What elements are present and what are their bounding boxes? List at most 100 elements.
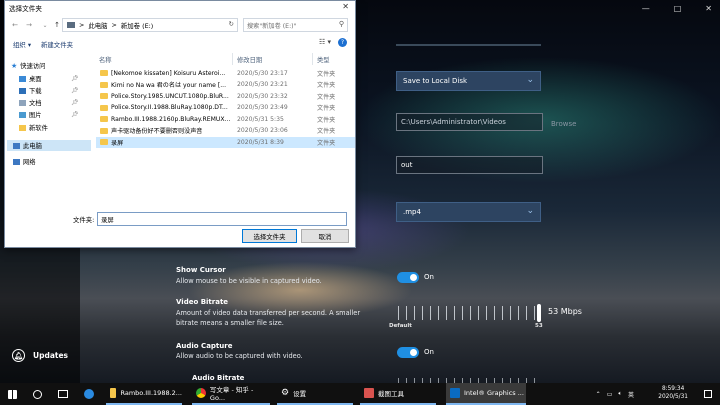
ime-indicator[interactable]: 英 — [628, 390, 634, 399]
edge-button[interactable] — [84, 383, 94, 405]
nav-network[interactable]: 网络 — [13, 157, 36, 166]
pin-icon: 📌︎ — [71, 111, 79, 118]
audio-capture-state: On — [424, 348, 434, 356]
taskbar-app-settings[interactable]: ⚙ 设置 — [277, 383, 353, 405]
file-name: [Nekomoe kissaten] Koisuru Asteroi... — [111, 69, 226, 77]
nav-item-pictures[interactable]: 图片 📌︎ — [19, 110, 79, 119]
folder-path-input[interactable]: C:\Users\Administrator\Videos — [396, 113, 543, 131]
folder-icon — [100, 127, 108, 134]
recent-locations-icon[interactable]: ⌄ — [40, 22, 50, 29]
audio-bitrate-title: Audio Bitrate — [192, 374, 245, 382]
clock-date: 2020/5/31 — [658, 394, 688, 400]
star-icon: ★ — [11, 61, 18, 70]
start-button[interactable] — [8, 383, 17, 405]
up-button[interactable]: ↑ — [52, 21, 62, 29]
breadcrumb-sep: > — [79, 21, 85, 29]
updates-link[interactable]: 🔔︎ Updates — [12, 349, 68, 362]
view-options-button[interactable]: ☷ ▾ — [319, 38, 331, 47]
folder-name-input[interactable]: 录屏 — [97, 212, 347, 226]
filename-prefix-input[interactable]: out — [396, 156, 543, 174]
nav-item-desktop[interactable]: 桌面 📌︎ — [19, 74, 79, 83]
file-row[interactable]: 声卡驱动备份好不要删否则没声音 2020/5/30 23:06 文件夹 — [96, 126, 355, 137]
nav-quick-access-label: 快速访问 — [20, 63, 46, 70]
file-row[interactable]: Rambo.III.1988.2160p.BluRay.REMUX... 2020… — [96, 114, 355, 125]
new-folder-button[interactable]: 新建文件夹 — [41, 40, 73, 49]
audio-capture-toggle[interactable] — [397, 347, 419, 358]
taskbar-app-label: Rambo.III.1988.2... — [120, 389, 182, 397]
column-divider — [312, 53, 313, 65]
nav-network-label: 网络 — [23, 159, 36, 166]
show-cursor-state: On — [424, 273, 434, 281]
nav-item-documents[interactable]: 文档 📌︎ — [19, 98, 79, 107]
notification-button[interactable] — [704, 383, 718, 405]
forward-button[interactable]: → — [24, 21, 34, 29]
video-bitrate-slider[interactable] — [398, 304, 541, 322]
system-tray: ⌃ ▭ 🔈︎ 英 — [596, 383, 634, 405]
file-name: Rambo.III.1988.2160p.BluRay.REMUX... — [111, 115, 231, 123]
task-view-button[interactable] — [58, 383, 68, 405]
back-button[interactable]: ← — [10, 21, 20, 29]
network-icon[interactable]: ▭ — [607, 391, 613, 398]
select-folder-button[interactable]: 选择文件夹 — [242, 229, 297, 243]
nav-quick-access[interactable]: ★ 快速访问 — [11, 61, 46, 71]
nav-item-downloads[interactable]: 下载 📌︎ — [19, 86, 79, 95]
file-row[interactable]: Kimi no Na wa 君の名は your name [... 2020/5/… — [96, 80, 355, 91]
picture-icon — [19, 111, 26, 118]
clock[interactable]: 8:59:34 2020/5/31 — [658, 385, 688, 401]
network-icon — [13, 158, 20, 165]
search-input[interactable]: 搜索"新加卷 (E:)" ⚲ — [243, 18, 348, 32]
task-view-icon — [58, 390, 68, 398]
file-row[interactable]: Police.Story.1985.UNCUT.1080p.BluR... 202… — [96, 91, 355, 102]
save-location-dropdown[interactable]: Save to Local Disk ⌄ — [396, 71, 541, 91]
bell-icon: 🔔︎ — [12, 349, 25, 362]
breadcrumb-this-pc[interactable]: 此电脑 — [88, 21, 107, 30]
browse-button[interactable]: Browse — [551, 120, 577, 128]
show-cursor-toggle[interactable] — [397, 272, 419, 283]
file-row[interactable]: [Nekomoe kissaten] Koisuru Asteroi... 202… — [96, 68, 355, 79]
breadcrumb-drive-e[interactable]: 新加卷 (E:) — [121, 21, 153, 30]
taskbar-app-label: 截图工具 — [378, 390, 404, 398]
dialog-close-button[interactable]: ✕ — [342, 2, 349, 11]
chevron-up-icon[interactable]: ⌃ — [596, 391, 601, 398]
nav-this-pc[interactable]: 此电脑 — [7, 140, 91, 151]
slider-thumb[interactable] — [537, 304, 541, 322]
address-bar[interactable]: > 此电脑 > 新加卷 (E:) ↻ — [62, 18, 238, 32]
maximize-button[interactable]: □ — [674, 4, 682, 13]
pc-icon — [13, 142, 20, 149]
nav-item-new-software[interactable]: 新软件 — [19, 123, 48, 132]
nav-item-label: 文档 — [29, 100, 42, 107]
nav-this-pc-label: 此电脑 — [23, 143, 42, 150]
format-dropdown[interactable]: .mp4 ⌄ — [396, 202, 541, 222]
close-button[interactable]: ✕ — [705, 4, 712, 13]
taskbar-app-intel[interactable]: Intel® Graphics ... — [446, 383, 526, 405]
column-type[interactable]: 类型 — [317, 55, 330, 64]
document-icon — [19, 99, 26, 106]
taskbar-app-snipping[interactable]: 截图工具 — [360, 383, 436, 405]
pin-icon: 📌︎ — [71, 99, 79, 106]
refresh-icon[interactable]: ↻ — [229, 20, 234, 28]
search-button[interactable] — [33, 383, 42, 405]
help-icon[interactable]: ? — [338, 38, 347, 47]
organize-button[interactable]: 组织 ▾ — [13, 40, 31, 49]
taskbar-app-rambo[interactable]: Rambo.III.1988.2... — [106, 383, 182, 405]
folder-icon — [100, 104, 108, 111]
chrome-icon — [196, 388, 206, 398]
taskbar-app-chrome[interactable]: 写文章 - 知乎 - Go... — [192, 383, 270, 405]
column-divider — [232, 53, 233, 65]
file-type: 文件夹 — [317, 116, 336, 124]
volume-icon[interactable]: 🔈︎ — [618, 390, 622, 398]
file-type: 文件夹 — [317, 139, 336, 147]
taskbar-app-label: 写文章 - 知乎 - Go... — [209, 386, 254, 402]
folder-path-value: C:\Users\Administrator\Videos — [401, 118, 506, 126]
column-name[interactable]: 名称 — [99, 55, 112, 64]
column-date[interactable]: 修改日期 — [237, 55, 262, 64]
file-row[interactable]: 录屏 2020/5/31 8:39 文件夹 — [96, 137, 355, 148]
cancel-button[interactable]: 取消 — [301, 229, 349, 243]
intel-icon — [450, 388, 460, 398]
filename-prefix-value: out — [401, 161, 413, 169]
folder-name-label: 文件夹: — [73, 216, 95, 224]
nav-item-label: 图片 — [29, 112, 42, 119]
minimize-button[interactable]: — — [642, 4, 650, 13]
toolbar-right: ☷ ▾ ? — [319, 38, 347, 47]
file-row[interactable]: Police.Story.II.1988.BluRay.1080p.DT... 2… — [96, 103, 355, 114]
